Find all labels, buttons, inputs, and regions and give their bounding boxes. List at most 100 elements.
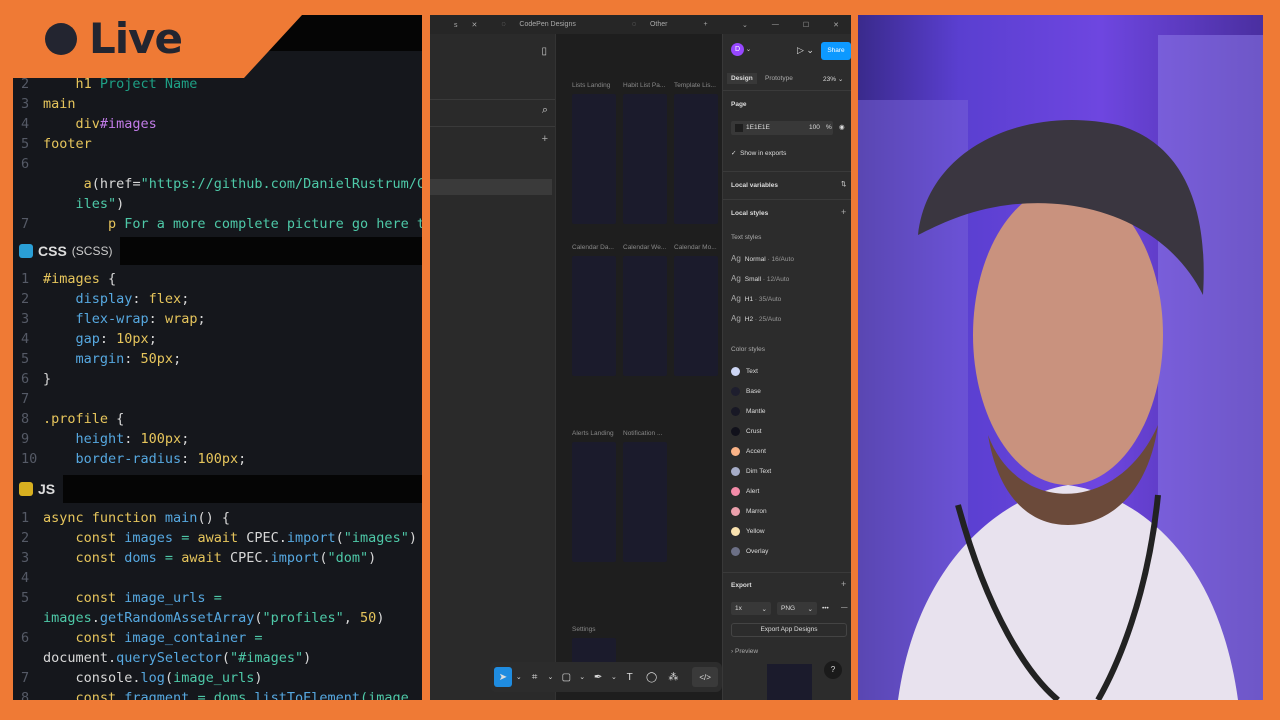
color-style-item[interactable]: Alert: [731, 487, 759, 496]
design-frame[interactable]: [674, 94, 718, 224]
comment-tool-icon[interactable]: ◯: [643, 667, 661, 687]
design-frame[interactable]: [572, 256, 616, 376]
add-page-icon[interactable]: +: [542, 133, 548, 145]
sidebar-toggle-icon[interactable]: ▯: [541, 46, 547, 57]
code-line[interactable]: 4 div#images: [13, 114, 157, 134]
code-line[interactable]: 3 main: [13, 94, 76, 114]
visibility-eye-icon[interactable]: ◉: [839, 123, 845, 131]
design-frame[interactable]: [623, 94, 667, 224]
code-line[interactable]: 10 border-radius: 100px;: [13, 449, 246, 469]
frame-label[interactable]: Settings: [572, 626, 596, 633]
code-line[interactable]: iles"): [13, 194, 125, 214]
preview-toggle[interactable]: › Preview: [731, 648, 758, 655]
tab-design[interactable]: Design: [727, 73, 757, 84]
text-style-item[interactable]: Ag H2 · 25/Auto: [731, 314, 781, 323]
tab-prototype[interactable]: Prototype: [765, 75, 793, 82]
code-line[interactable]: 2 const images = await CPEC.import("imag…: [13, 528, 417, 548]
code-line[interactable]: 2 display: flex;: [13, 289, 189, 309]
code-line[interactable]: 5 const image_urls =: [13, 588, 222, 608]
add-style-icon[interactable]: +: [841, 207, 846, 217]
code-line[interactable]: 7 console.log(image_urls): [13, 668, 263, 688]
pen-tool-icon[interactable]: ✒: [589, 667, 607, 687]
export-more-button[interactable]: •••: [822, 605, 829, 612]
design-frame[interactable]: [623, 256, 667, 376]
tab-other[interactable]: ◌ Other: [620, 21, 692, 28]
local-variables-link[interactable]: Local variables: [731, 182, 778, 189]
text-tool-icon[interactable]: T: [621, 667, 639, 687]
present-icon[interactable]: ▷ ⌄: [797, 45, 814, 56]
css-tab[interactable]: CSS (SCSS): [13, 237, 121, 265]
frame-label[interactable]: Notification ...: [623, 430, 662, 437]
code-line[interactable]: 5 margin: 50px;: [13, 349, 181, 369]
code-line[interactable]: 8 const fragment = doms.listToElement(im…: [13, 688, 417, 700]
export-button[interactable]: Export App Designs: [731, 623, 847, 637]
design-frame[interactable]: [674, 256, 718, 376]
maximize-icon[interactable]: ☐: [791, 21, 821, 29]
export-format-select[interactable]: PNG ⌄: [777, 602, 817, 615]
code-line[interactable]: 7 p For a more complete picture go here …: [13, 214, 422, 234]
code-line[interactable]: a(href="https://github.com/DanielRustrum…: [13, 174, 422, 194]
code-line[interactable]: 9 height: 100px;: [13, 429, 189, 449]
code-line[interactable]: 1 async function main() {: [13, 508, 230, 528]
color-style-item[interactable]: Dim Text: [731, 467, 771, 476]
color-style-item[interactable]: Text: [731, 367, 758, 376]
code-line[interactable]: 4: [13, 568, 43, 588]
frame-label[interactable]: Template Lis...: [674, 82, 716, 89]
help-button[interactable]: ?: [824, 661, 842, 679]
frame-label[interactable]: Calendar Da...: [572, 244, 614, 251]
show-in-exports-checkbox[interactable]: ✓ Show in exports: [731, 149, 786, 157]
code-line[interactable]: 3 flex-wrap: wrap;: [13, 309, 206, 329]
frame-label[interactable]: Lists Landing: [572, 82, 610, 89]
export-scale-select[interactable]: 1x ⌄: [731, 602, 771, 615]
frame-label[interactable]: Alerts Landing: [572, 430, 614, 437]
page-color-field[interactable]: 1E1E1E 100 %: [731, 121, 833, 135]
code-line[interactable]: 1 #images {: [13, 269, 116, 289]
color-style-item[interactable]: Mantle: [731, 407, 766, 416]
code-line[interactable]: 6: [13, 154, 43, 174]
resources-tool-icon[interactable]: ⁂: [664, 667, 682, 687]
frame-label[interactable]: Calendar Mo...: [674, 244, 717, 251]
minimize-icon[interactable]: —: [760, 21, 791, 28]
add-export-icon[interactable]: +: [841, 579, 846, 589]
tab-current[interactable]: s ✕: [430, 21, 489, 29]
color-style-item[interactable]: Accent: [731, 447, 766, 456]
text-style-item[interactable]: Ag Normal · 16/Auto: [731, 254, 794, 263]
code-line[interactable]: 5 footer: [13, 134, 92, 154]
new-tab-icon[interactable]: +: [691, 21, 719, 28]
tab-codepen-designs[interactable]: ◌ CodePen Designs: [489, 21, 600, 28]
design-frame[interactable]: [572, 94, 616, 224]
selected-page-row[interactable]: [430, 179, 552, 195]
code-line[interactable]: 3 const doms = await CPEC.import("dom"): [13, 548, 376, 568]
dropdown-icon[interactable]: ⌄: [730, 21, 760, 29]
color-style-item[interactable]: Yellow: [731, 527, 765, 536]
variables-icon[interactable]: ⇅: [841, 180, 846, 188]
text-style-item[interactable]: Ag Small · 12/Auto: [731, 274, 789, 283]
code-line[interactable]: images.getRandomAssetArray("profiles", 5…: [13, 608, 384, 628]
dev-mode-icon[interactable]: </>: [692, 667, 719, 687]
design-frame[interactable]: [572, 442, 616, 562]
design-frame[interactable]: [623, 442, 667, 562]
code-line[interactable]: 6 const image_container =: [13, 628, 262, 648]
search-icon[interactable]: ⌕: [542, 104, 548, 117]
code-line[interactable]: document.querySelector("#images"): [13, 648, 311, 668]
js-tab[interactable]: JS: [13, 475, 64, 503]
color-style-item[interactable]: Marron: [731, 507, 767, 516]
frame-tool-icon[interactable]: ⌗: [526, 667, 544, 687]
frame-label[interactable]: Habit List Pa...: [623, 82, 665, 89]
close-icon[interactable]: ✕: [821, 21, 851, 29]
color-style-item[interactable]: Base: [731, 387, 761, 396]
rectangle-tool-icon[interactable]: ▢: [557, 667, 575, 687]
move-tool-icon[interactable]: ➤: [494, 667, 512, 687]
code-line[interactable]: 7: [13, 389, 43, 409]
text-style-item[interactable]: Ag H1 · 35/Auto: [731, 294, 781, 303]
color-style-item[interactable]: Overlay: [731, 547, 768, 556]
frame-label[interactable]: Calendar We...: [623, 244, 666, 251]
code-line[interactable]: 4 gap: 10px;: [13, 329, 157, 349]
remove-export-icon[interactable]: —: [841, 604, 848, 611]
share-button[interactable]: Share: [821, 42, 851, 60]
design-canvas[interactable]: Lists Landing Habit List Pa... Template Li…: [556, 34, 722, 700]
color-style-item[interactable]: Crust: [731, 427, 762, 436]
zoom-level[interactable]: 23% ⌄: [823, 75, 843, 83]
code-line[interactable]: 8 .profile {: [13, 409, 124, 429]
code-line[interactable]: 6}: [13, 369, 51, 389]
